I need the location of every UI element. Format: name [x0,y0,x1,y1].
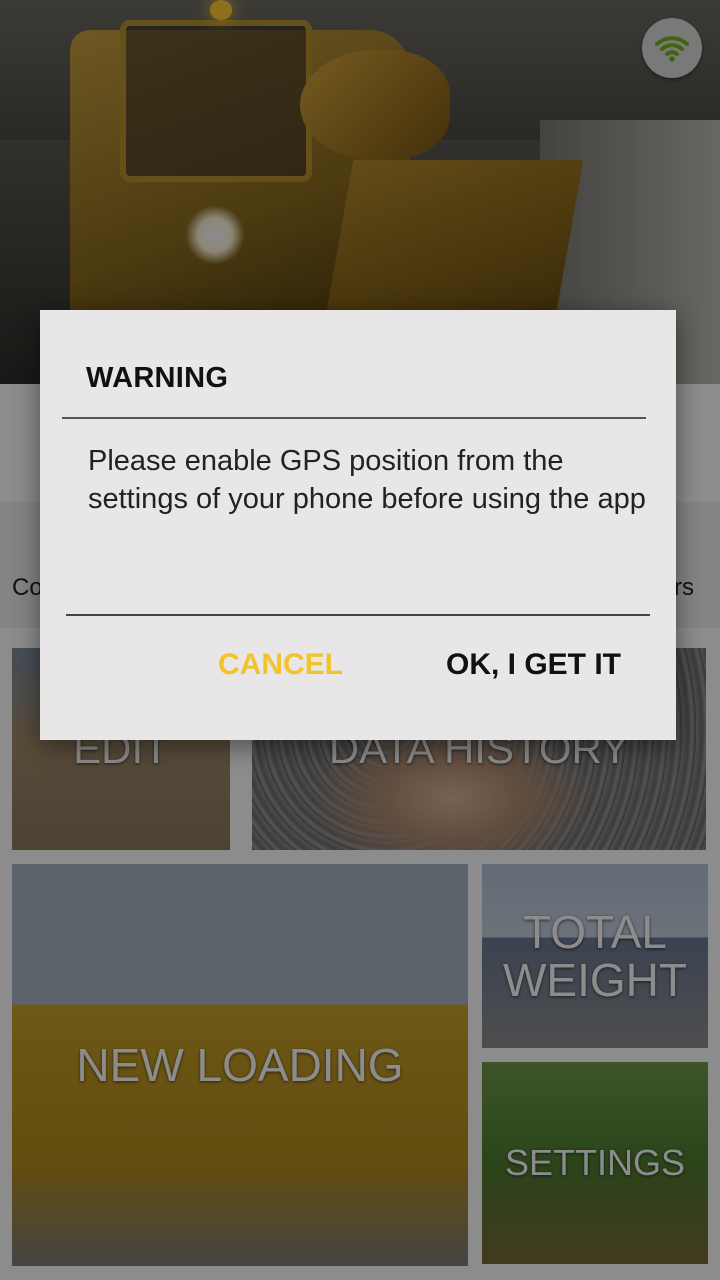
dialog-divider-top [62,417,646,419]
gps-warning-dialog: WARNING Please enable GPS position from … [40,310,676,740]
cancel-button[interactable]: CANCEL [218,648,343,682]
dialog-message: Please enable GPS position from the sett… [88,445,646,515]
ok-button[interactable]: OK, I GET IT [446,648,621,682]
dialog-title: WARNING [86,362,229,394]
dialog-divider-bottom [66,614,650,616]
